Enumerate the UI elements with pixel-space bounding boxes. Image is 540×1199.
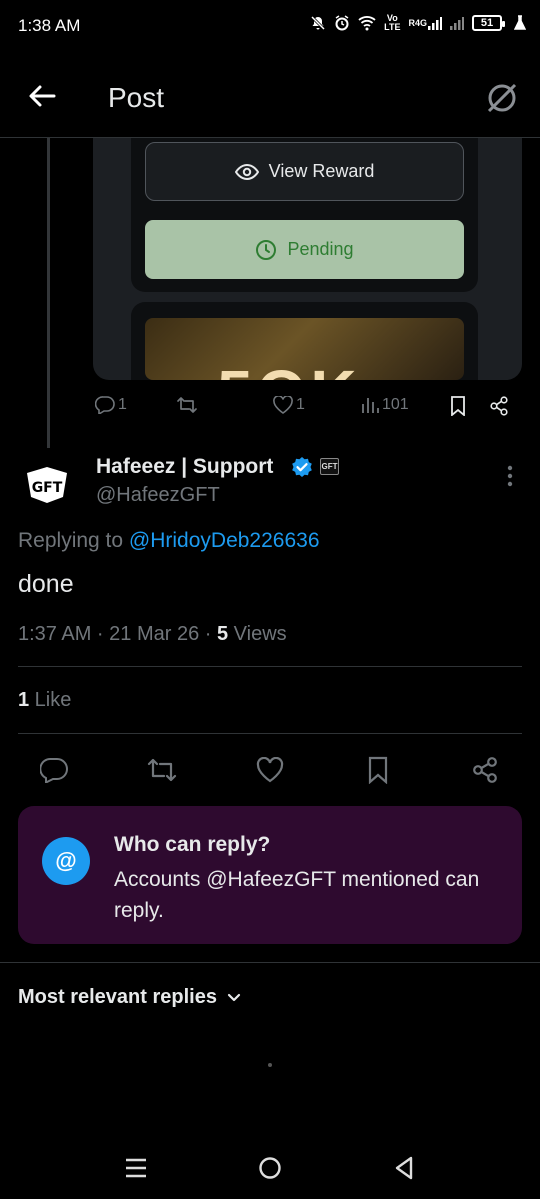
verified-badge-icon	[291, 456, 313, 483]
reward-image: 5OK	[145, 318, 464, 380]
reply-action[interactable]: 1	[95, 396, 127, 414]
reply-count: 1	[118, 396, 127, 413]
share-icon	[473, 757, 497, 783]
system-nav-bar	[0, 1140, 540, 1199]
share-action[interactable]	[489, 396, 509, 416]
menu-icon	[126, 1158, 146, 1178]
clock-icon	[256, 239, 277, 260]
replies-sort-dropdown[interactable]: Most relevant replies	[18, 986, 241, 1009]
divider	[18, 666, 522, 667]
heart-icon	[256, 757, 284, 783]
replying-prefix: Replying to	[18, 529, 124, 552]
grok-icon	[487, 83, 517, 113]
reply-icon	[40, 757, 68, 783]
bookmark-icon	[368, 756, 388, 784]
post-timestamp: 1:37 AM · 21 Mar 26 ·	[18, 623, 217, 645]
repost-button[interactable]	[146, 754, 178, 786]
chevron-down-icon	[227, 993, 241, 1001]
likes-summary[interactable]: 1 Like	[18, 689, 71, 712]
replying-to-link[interactable]: @HridoyDeb226636	[129, 529, 320, 552]
status-time: 1:38 AM	[18, 16, 81, 35]
thread-line	[47, 138, 50, 448]
replies-sort-label: Most relevant replies	[18, 986, 217, 1008]
repost-icon	[147, 758, 177, 782]
grok-button[interactable]	[482, 78, 522, 118]
view-count: 101	[382, 396, 409, 413]
volte-indicator: Vo LTE	[384, 13, 401, 32]
like-button[interactable]	[254, 754, 286, 786]
repost-action[interactable]	[176, 396, 198, 414]
parent-post-actions: 1 1 101	[93, 392, 522, 424]
views-action[interactable]: 101	[361, 396, 409, 414]
more-options-button[interactable]	[500, 462, 520, 490]
repost-icon	[177, 397, 197, 413]
pending-button: Pending	[145, 220, 464, 279]
back-nav-button[interactable]	[384, 1152, 424, 1184]
bookmark-button[interactable]	[362, 754, 394, 786]
likes-label: Like	[29, 689, 72, 711]
post-meta: 1:37 AM · 21 Mar 26 · 5 Views	[18, 623, 287, 646]
home-button[interactable]	[250, 1152, 290, 1184]
view-reward-button: View Reward	[145, 142, 464, 201]
who-can-reply-description: Accounts @HafeezGFT mentioned can reply.	[114, 868, 480, 922]
eye-icon	[234, 163, 259, 180]
back-arrow-icon	[29, 85, 56, 107]
recent-apps-button[interactable]	[116, 1152, 156, 1184]
battery-icon: 51	[472, 15, 505, 31]
back-button[interactable]	[24, 78, 60, 114]
view-reward-label: View Reward	[268, 161, 375, 181]
avatar[interactable]: GFT	[20, 458, 74, 512]
like-count: 1	[296, 396, 305, 413]
back-triangle-icon	[395, 1156, 413, 1180]
signal-icon: R4G	[408, 16, 442, 30]
views-count: 5	[216, 623, 229, 645]
bookmark-icon	[451, 396, 465, 416]
reply-button[interactable]	[38, 754, 70, 786]
divider	[18, 733, 522, 734]
affiliate-badge[interactable]: GFT	[320, 458, 339, 475]
user-handle[interactable]: @HafeezGFT	[96, 484, 220, 507]
heart-icon	[273, 396, 293, 414]
pending-label: Pending	[287, 239, 354, 259]
divider	[0, 962, 540, 963]
page-title: Post	[108, 82, 165, 113]
share-icon	[490, 396, 508, 416]
gft-logo-icon: GFT	[27, 467, 67, 503]
likes-count: 1	[18, 689, 30, 711]
loading-indicator	[268, 1063, 272, 1067]
bookmark-action[interactable]	[450, 396, 466, 416]
who-can-reply-card: @ Who can reply? Accounts @HafeezGFT men…	[18, 806, 522, 944]
more-vertical-icon	[507, 465, 513, 487]
flask-icon	[514, 15, 526, 31]
share-button[interactable]	[469, 754, 501, 786]
signal-2-icon	[450, 16, 464, 30]
mute-bell-icon	[310, 15, 326, 31]
reply-icon	[95, 396, 115, 414]
post-text: done	[18, 570, 74, 598]
replying-to: Replying to @HridoyDeb226636	[18, 529, 320, 553]
top-bar: Post	[0, 56, 540, 138]
wifi-icon	[358, 15, 376, 31]
views-label: Views	[228, 623, 287, 645]
svg-text:GFT: GFT	[32, 480, 63, 496]
status-bar: 1:38 AM Vo LTE R4G 51	[0, 0, 540, 56]
like-action[interactable]: 1	[273, 396, 305, 414]
post-actions	[0, 748, 540, 792]
display-name[interactable]: Hafeeez | Support	[96, 455, 273, 479]
who-can-reply-title: Who can reply?	[114, 833, 271, 856]
mention-icon: @	[42, 837, 90, 885]
home-circle-icon	[259, 1157, 281, 1179]
status-icons: Vo LTE R4G 51	[310, 14, 526, 32]
alarm-icon	[334, 15, 350, 31]
analytics-icon	[362, 398, 379, 413]
reward-amount-text: 5OK	[217, 356, 361, 380]
